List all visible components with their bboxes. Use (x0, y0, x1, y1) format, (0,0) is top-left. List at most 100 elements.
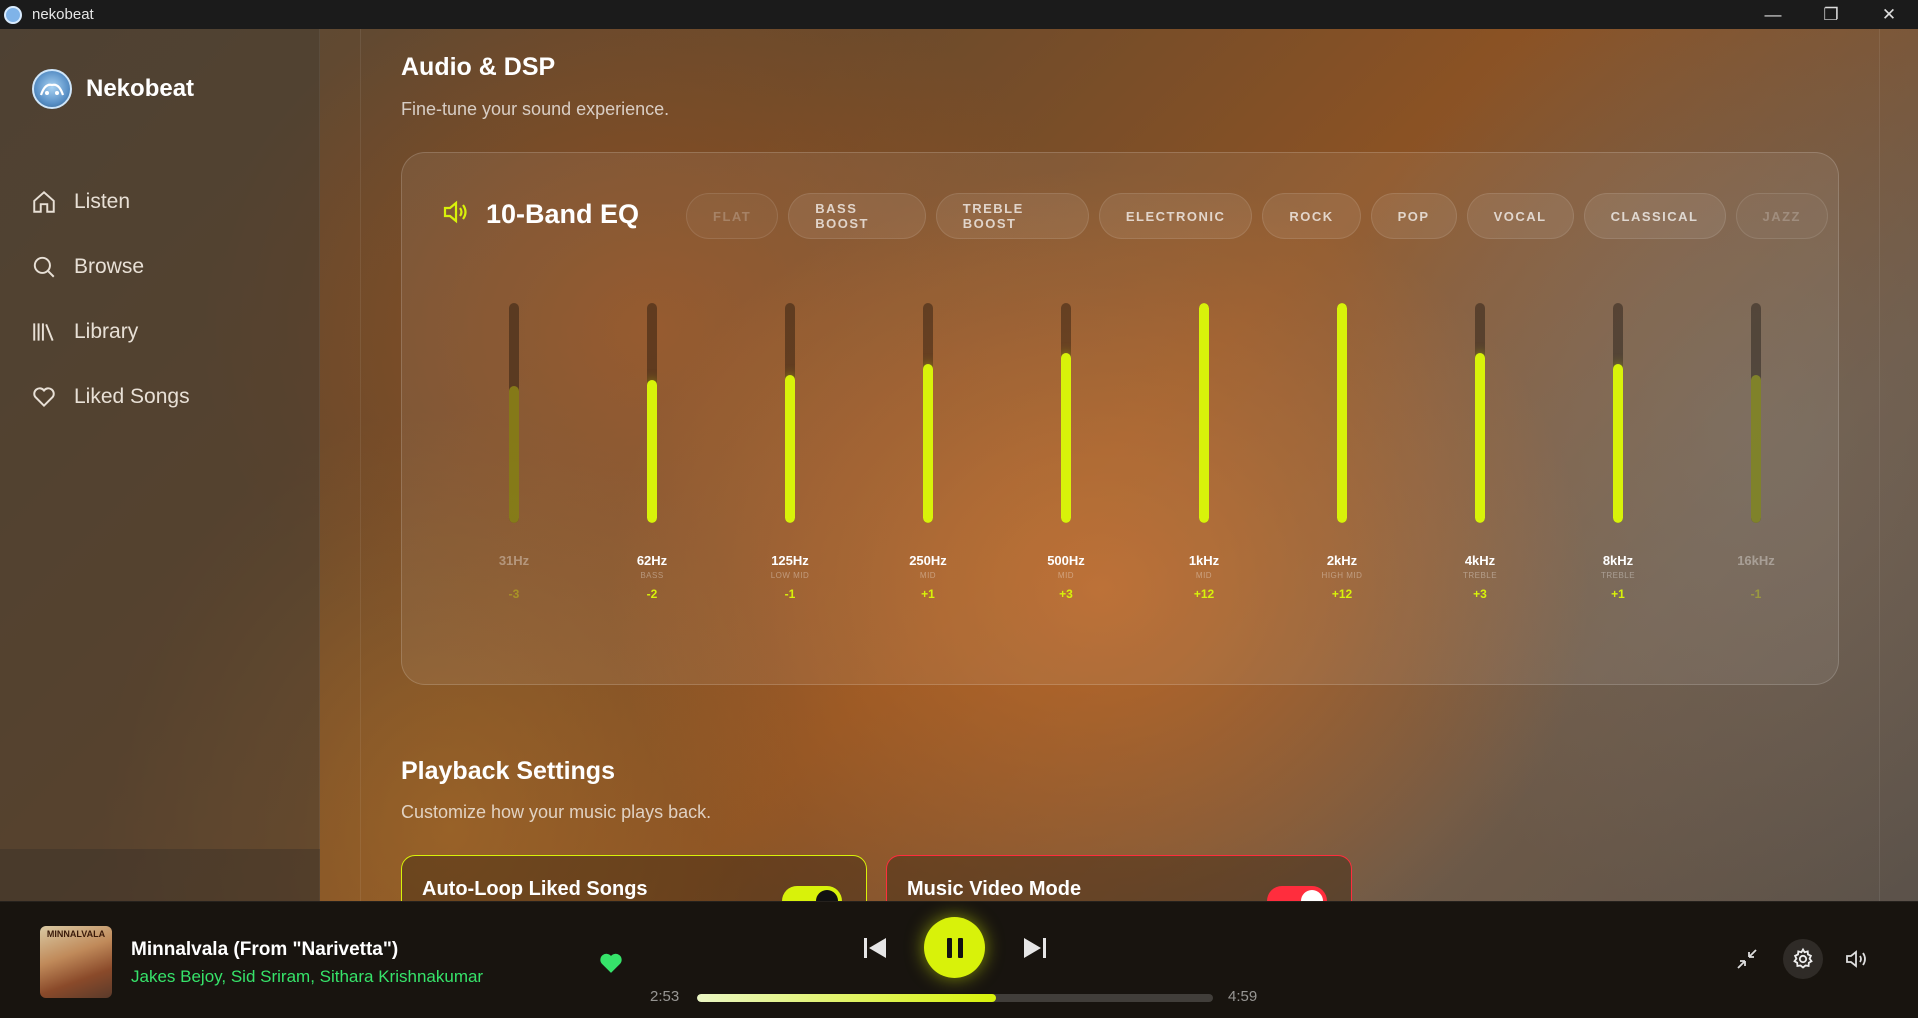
eq-band-range: MID (1195, 571, 1213, 580)
pause-icon (946, 937, 963, 958)
sidebar-item-library[interactable]: Library (30, 299, 300, 364)
sidebar-item-listen[interactable]: Listen (30, 169, 300, 234)
eq-band-value: +12 (1193, 587, 1215, 601)
eq-band: 1kHz MID +12 (1135, 303, 1273, 613)
current-time: 2:53 (650, 988, 680, 1005)
sidebar: Nekobeat Listen Browse Library Liked Son… (0, 29, 320, 901)
eq-slider-fill (509, 385, 519, 523)
eq-band-frequency: 1kHz (1188, 553, 1220, 568)
app-icon (4, 5, 22, 24)
eq-band-range: TREBLE (1600, 571, 1636, 580)
music-video-mode-card[interactable]: Music Video Mode (886, 855, 1352, 901)
eq-band-frequency: 500Hz (1047, 553, 1085, 568)
preset-treble-boost[interactable]: TREBLE BOOST (935, 193, 1089, 239)
toggle-knob (1301, 890, 1323, 901)
eq-band-value: -2 (646, 587, 658, 601)
library-icon (30, 318, 58, 346)
brand-name: Nekobeat (86, 75, 195, 102)
search-icon (30, 253, 58, 281)
preset-pop[interactable]: POP (1370, 193, 1457, 239)
playback-section-title: Playback Settings (401, 757, 615, 785)
volume-button[interactable] (1840, 942, 1874, 976)
eq-slider-fill (1061, 352, 1071, 523)
eq-band-range: TREBLE (1462, 571, 1498, 580)
window-title: nekobeat (32, 6, 94, 23)
progress-fill (697, 994, 997, 1002)
eq-slider[interactable] (923, 303, 933, 523)
album-cover[interactable]: MINNALVALA (40, 926, 112, 998)
close-button[interactable]: ✕ (1860, 0, 1918, 29)
eq-card: 10-Band EQ FLAT BASS BOOST TREBLE BOOST … (401, 152, 1839, 685)
eq-band-frequency: 31Hz (498, 553, 530, 568)
eq-slider[interactable] (1337, 303, 1347, 523)
preset-flat[interactable]: FLAT (686, 193, 779, 239)
preset-rock[interactable]: ROCK (1262, 193, 1361, 239)
minimize-button[interactable]: — (1744, 0, 1802, 29)
eq-slider[interactable] (647, 303, 657, 523)
mini-player-button[interactable] (1730, 942, 1764, 976)
audio-section-subtitle: Fine-tune your sound experience. (401, 99, 670, 119)
toggle-knob (816, 890, 838, 901)
heart-filled-icon (600, 953, 622, 973)
preset-classical[interactable]: CLASSICAL (1583, 193, 1726, 239)
eq-band-value: -1 (784, 587, 796, 601)
eq-slider-fill (785, 374, 795, 523)
auto-loop-card[interactable]: Auto-Loop Liked Songs (401, 855, 867, 901)
home-icon (30, 188, 58, 216)
settings-button[interactable] (1783, 939, 1823, 979)
eq-band: 250Hz MID +1 (859, 303, 997, 613)
eq-slider[interactable] (1475, 303, 1485, 523)
cover-title: MINNALVALA (46, 929, 106, 939)
next-button[interactable] (1020, 930, 1050, 966)
eq-header: 10-Band EQ (442, 198, 639, 231)
track-title[interactable]: Minnalvala (From "Narivetta") (131, 939, 398, 961)
sidebar-item-liked-songs[interactable]: Liked Songs (30, 364, 300, 429)
music-video-mode-label: Music Video Mode (907, 878, 1082, 900)
eq-preset-list: FLAT BASS BOOST TREBLE BOOST ELECTRONIC … (686, 193, 1838, 239)
eq-band-frequency: 62Hz (636, 553, 668, 568)
eq-slider[interactable] (1061, 303, 1071, 523)
eq-band-value: -1 (1750, 587, 1762, 601)
previous-button[interactable] (860, 930, 890, 966)
auto-loop-toggle[interactable] (782, 886, 842, 901)
eq-slider[interactable] (1613, 303, 1623, 523)
speaker-icon (442, 198, 472, 231)
eq-band-value: +12 (1331, 587, 1353, 601)
eq-band-range: MID (919, 571, 937, 580)
play-pause-button[interactable] (924, 917, 985, 978)
title-bar: nekobeat — ❐ ✕ (0, 0, 1918, 29)
eq-band-range: LOW MID (770, 571, 810, 580)
eq-band: 62Hz BASS -2 (583, 303, 721, 613)
progress-bar[interactable] (697, 994, 1213, 1002)
volume-icon (1846, 950, 1866, 968)
eq-band-value: +1 (1611, 587, 1625, 601)
sidebar-item-label: Listen (74, 189, 131, 213)
minimize-arrows-icon (1737, 949, 1757, 969)
eq-band: 125Hz LOW MID -1 (721, 303, 859, 613)
preset-jazz[interactable]: JAZZ (1735, 193, 1828, 239)
preset-vocal[interactable]: VOCAL (1466, 193, 1574, 239)
restore-button[interactable]: ❐ (1802, 0, 1860, 29)
eq-title: 10-Band EQ (486, 199, 640, 229)
preset-electronic[interactable]: ELECTRONIC (1098, 193, 1253, 239)
eq-slider[interactable] (1199, 303, 1209, 523)
app-window: Nekobeat Listen Browse Library Liked Son… (0, 29, 1918, 901)
preset-bass-boost[interactable]: BASS BOOST (788, 193, 926, 239)
eq-slider[interactable] (785, 303, 795, 523)
playback-section-subtitle: Customize how your music plays back. (401, 802, 712, 822)
player-bar: MINNALVALA Minnalvala (From "Narivetta")… (0, 901, 1918, 1018)
track-artists[interactable]: Jakes Bejoy, Sid Sriram, Sithara Krishna… (131, 967, 483, 987)
sidebar-item-browse[interactable]: Browse (30, 234, 300, 299)
sidebar-nav: Listen Browse Library Liked Songs (30, 169, 300, 429)
brand[interactable]: Nekobeat (32, 69, 194, 109)
sidebar-item-label: Liked Songs (74, 384, 190, 408)
music-video-mode-toggle[interactable] (1267, 886, 1327, 901)
eq-slider[interactable] (1751, 303, 1761, 523)
eq-band: 31Hz -3 (445, 303, 583, 613)
heart-icon (30, 383, 58, 411)
eq-slider[interactable] (509, 303, 519, 523)
eq-slider-fill (1199, 303, 1209, 523)
eq-band-value: +3 (1059, 587, 1073, 601)
eq-slider-fill (1475, 352, 1485, 523)
like-button[interactable] (597, 950, 625, 974)
